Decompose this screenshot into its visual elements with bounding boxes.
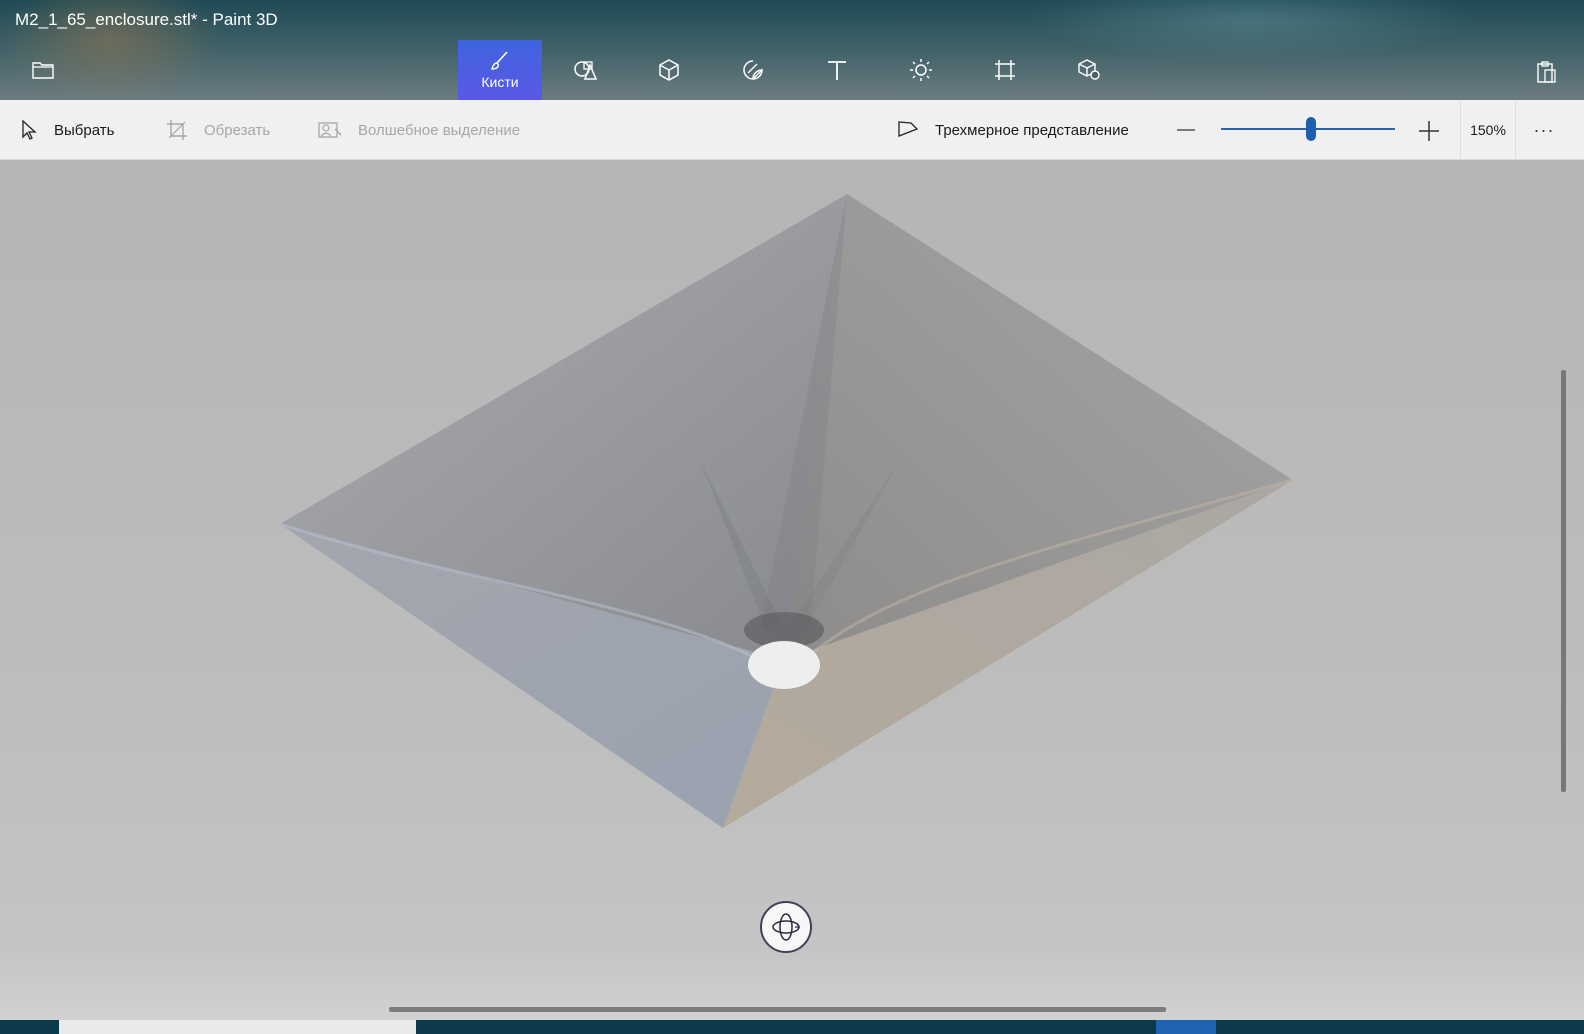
tool-stickers[interactable] [711,40,795,100]
crop-icon [167,120,187,140]
folder-icon [32,62,54,79]
menu-button[interactable] [25,52,61,88]
plus-icon [1419,121,1439,141]
select-button[interactable]: Выбрать [20,100,114,160]
tool-brushes-label: Кисти [481,73,519,90]
zoom-out-button[interactable] [1172,116,1200,144]
tool-effects[interactable] [879,40,963,100]
tool-canvas[interactable] [963,40,1047,100]
tool-3d-library[interactable] [1047,40,1131,100]
more-options-button[interactable]: ··· [1524,116,1564,144]
3d-cube-icon [659,59,679,81]
text-icon [828,61,846,80]
magic-select-label: Волшебное выделение [358,121,521,139]
sun-icon [910,59,932,81]
zoom-slider-thumb[interactable] [1306,117,1317,141]
zoom-in-button[interactable] [1414,116,1444,146]
taskbar-segment [59,1020,416,1034]
tool-2d-shapes[interactable] [543,40,627,100]
taskbar-edge [0,1020,1584,1034]
3d-view-button[interactable]: Трехмерное представление [897,100,1129,160]
select-label: Выбрать [54,121,115,139]
taskbar-segment-active [1156,1020,1216,1034]
horizontal-scrollbar[interactable] [389,1007,1166,1012]
vertical-scrollbar[interactable] [1561,370,1566,792]
crop-button[interactable]: Обрезать [166,100,270,160]
canvas-crop-icon [995,60,1015,80]
window-title: M2_1_65_enclosure.stl* - Paint 3D [15,10,278,29]
minus-icon [1177,129,1195,131]
tool-brushes[interactable]: Кисти [458,40,542,100]
3d-canvas[interactable] [0,160,1584,1034]
paste-icon [1537,61,1556,83]
3d-library-icon [1078,59,1100,80]
rotate-3d-button[interactable] [760,901,812,953]
3d-view-label: Трехмерное представление [935,121,1129,139]
magic-select-button[interactable]: Волшебное выделение [318,100,520,160]
tool-text[interactable] [795,40,879,100]
2d-shapes-icon [574,61,597,80]
command-bar: Выбрать Обрезать Волшебное выделение Тре… [0,100,1584,160]
brush-icon [491,50,508,70]
crop-label: Обрезать [204,121,271,139]
cursor-icon [22,120,37,140]
title-and-ribbon: M2_1_65_enclosure.stl* - Paint 3D Кисти [0,0,1584,100]
paste-button[interactable] [1528,56,1564,88]
sticker-icon [743,60,763,80]
3d-view-icon [898,121,919,137]
orbit-rotate-icon [772,913,801,941]
zoom-value[interactable]: 150% [1460,100,1516,160]
zoom-slider[interactable] [1221,114,1395,146]
magic-select-icon [318,122,342,138]
tool-3d-shapes[interactable] [627,40,711,100]
